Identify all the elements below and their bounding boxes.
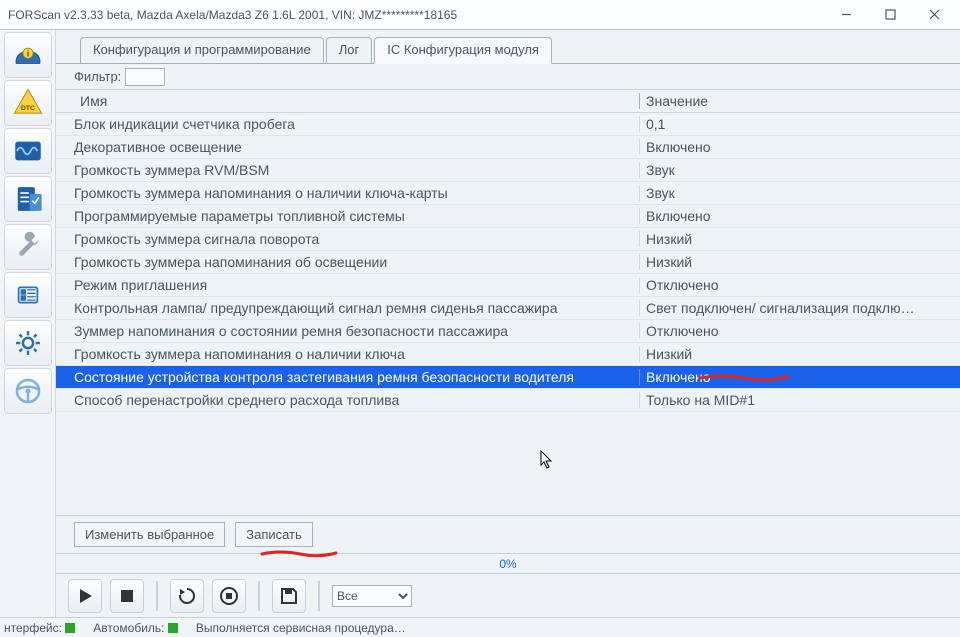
table-row[interactable]: Способ перенастройки среднего расхода то… (56, 389, 960, 412)
save-button[interactable] (272, 579, 306, 613)
filter-combo[interactable]: Все (332, 585, 412, 607)
tab-log[interactable]: Лог (326, 37, 373, 63)
table-row[interactable]: Блок индикации счетчика пробега 0,1 (56, 113, 960, 136)
action-button-row: Изменить выбранное Записать (56, 515, 960, 553)
filter-label: Фильтр: (74, 69, 121, 84)
status-interface: нтерфейс: (4, 621, 79, 635)
stop-all-button[interactable] (212, 579, 246, 613)
parameter-grid: Имя Значение Блок индикации счетчика про… (56, 90, 960, 515)
titlebar: FORScan v2.3.33 beta, Mazda Axela/Mazda3… (0, 0, 960, 30)
tab-config-programming[interactable]: Конфигурация и программирование (80, 37, 324, 63)
tabs: Конфигурация и программирование Лог IC К… (56, 30, 960, 64)
status-indicator-icon (65, 623, 75, 633)
sidebar-dtc-button[interactable]: DTC (4, 80, 52, 126)
table-row[interactable]: Зуммер напоминания о состоянии ремня без… (56, 320, 960, 343)
toolbar-separator (318, 581, 320, 611)
table-row[interactable]: Программируемые параметры топливной сист… (56, 205, 960, 228)
status-car: Автомобиль: (93, 621, 182, 635)
sidebar-service-button[interactable] (4, 224, 52, 270)
column-header-name[interactable]: Имя (74, 93, 639, 109)
annotation-underline (260, 546, 338, 554)
table-row[interactable]: Режим приглашения Отключено (56, 274, 960, 297)
status-service: Выполняется сервисная процедура… (196, 621, 406, 635)
svg-text:i: i (26, 49, 28, 59)
table-row[interactable]: Громкость зуммера сигнала поворота Низки… (56, 228, 960, 251)
table-row[interactable]: Громкость зуммера напоминания о наличии … (56, 182, 960, 205)
window-close-button[interactable] (912, 1, 956, 29)
edit-selected-button[interactable]: Изменить выбранное (74, 522, 225, 547)
write-button[interactable]: Записать (235, 522, 313, 547)
sidebar-steering-button[interactable] (4, 368, 52, 414)
window-minimize-button[interactable] (824, 1, 868, 29)
play-button[interactable] (68, 579, 102, 613)
table-row[interactable]: Громкость зуммера RVM/BSM Звук (56, 159, 960, 182)
table-row[interactable]: Состояние устройства контроля застегиван… (56, 366, 960, 389)
sidebar-oscilloscope-button[interactable] (4, 128, 52, 174)
sidebar-settings-button[interactable] (4, 320, 52, 366)
content-pane: Конфигурация и программирование Лог IC К… (56, 30, 960, 617)
tab-ic-module-config[interactable]: IC Конфигурация модуля (374, 37, 552, 64)
sidebar: i DTC (0, 30, 56, 617)
status-indicator-icon (168, 623, 178, 633)
status-bar: нтерфейс: Автомобиль: Выполняется сервис… (0, 617, 960, 637)
table-row[interactable]: Контрольная лампа/ предупреждающий сигна… (56, 297, 960, 320)
sidebar-vehicle-info-button[interactable]: i (4, 32, 52, 78)
window-title: FORScan v2.3.33 beta, Mazda Axela/Mazda3… (8, 8, 824, 22)
toolbar-separator (258, 581, 260, 611)
sidebar-config-button[interactable] (4, 272, 52, 318)
window-maximize-button[interactable] (868, 1, 912, 29)
svg-text:DTC: DTC (21, 105, 35, 112)
toolbar-separator (156, 581, 158, 611)
bottom-toolbar: Все (56, 573, 960, 617)
stop-button[interactable] (110, 579, 144, 613)
table-row[interactable]: Декоративное освещение Включено (56, 136, 960, 159)
filter-input[interactable] (125, 68, 165, 86)
table-row[interactable]: Громкость зуммера напоминания о наличии … (56, 343, 960, 366)
refresh-button[interactable] (170, 579, 204, 613)
grid-header: Имя Значение (56, 90, 960, 113)
progress-text: 0% (499, 557, 516, 571)
progress-bar: 0% (56, 553, 960, 573)
table-row[interactable]: Громкость зуммера напоминания об освещен… (56, 251, 960, 274)
column-header-value[interactable]: Значение (639, 93, 960, 109)
sidebar-tests-button[interactable] (4, 176, 52, 222)
filter-row: Фильтр: (56, 64, 960, 90)
